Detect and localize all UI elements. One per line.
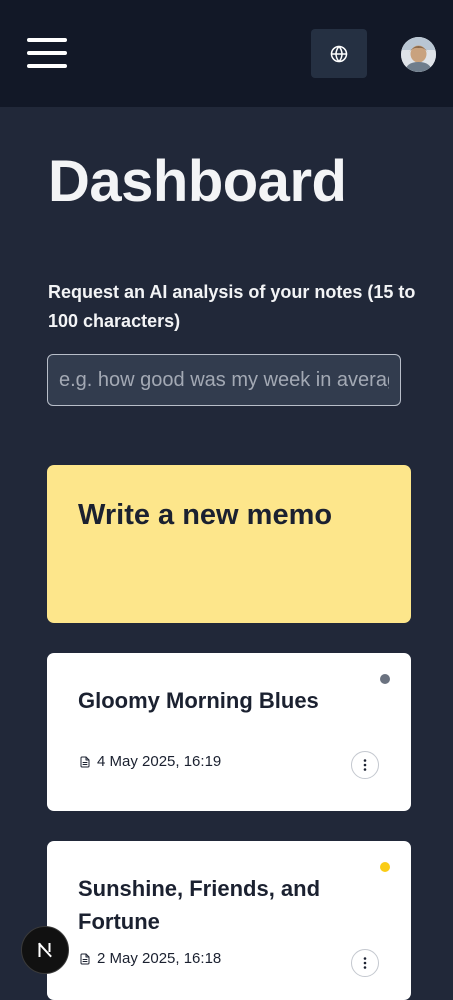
memo-title: Sunshine, Friends, and Fortune [78,876,321,934]
more-vertical-icon [363,759,367,771]
memo-date: 4 May 2025, 16:19 [97,753,222,770]
write-new-memo-label: Write a new memo [78,499,333,531]
memo-card[interactable]: Gloomy Morning Blues 4 May 2025, 16:19 [47,653,411,811]
file-icon [80,953,90,964]
nextjs-logo-icon [38,942,52,958]
memo-card[interactable]: Sunshine, Friends, and Fortune 2 May 202… [47,841,411,1000]
user-avatar[interactable] [401,37,436,72]
globe-icon [330,45,348,62]
mood-indicator-dot [380,862,390,872]
memo-date: 2 May 2025, 16:18 [97,950,222,967]
analysis-request-input[interactable] [47,354,401,406]
nextjs-dev-badge[interactable] [21,926,69,974]
language-button[interactable] [311,29,367,78]
analysis-request-label: Request an AI analysis of your notes (15… [48,282,416,331]
file-icon [80,756,90,767]
page-title: Dashboard [48,149,347,214]
memo-date-row: 2 May 2025, 16:18 [79,950,221,967]
write-new-memo-button[interactable]: Write a new memo [47,465,411,623]
hamburger-menu-icon[interactable] [27,38,67,70]
top-bar [0,0,453,107]
more-vertical-icon [363,957,367,969]
memo-title: Gloomy Morning Blues [78,688,319,713]
memo-options-button[interactable] [351,949,379,977]
memo-options-button[interactable] [351,751,379,779]
mood-indicator-dot [380,674,390,684]
memo-date-row: 4 May 2025, 16:19 [79,753,221,770]
